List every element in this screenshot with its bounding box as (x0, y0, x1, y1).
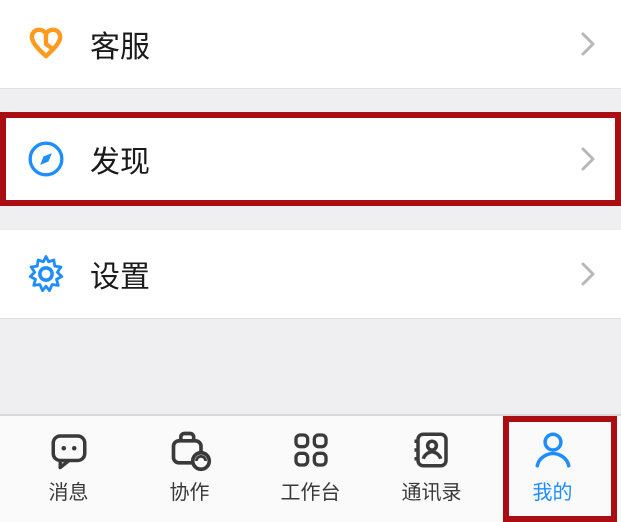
tab-label: 消息 (49, 476, 89, 505)
row-discover[interactable]: 发现 (0, 115, 621, 203)
chat-bubble-icon (47, 428, 91, 472)
tab-label: 工作台 (281, 476, 341, 505)
heart-handshake-icon (24, 22, 68, 66)
screen: 客服 发现 (0, 0, 621, 522)
section-gap (0, 89, 621, 115)
tab-messages[interactable]: 消息 (8, 416, 129, 516)
gear-icon (24, 252, 68, 296)
row-label: 设置 (90, 252, 150, 296)
row-label: 发现 (90, 137, 150, 181)
settings-list: 客服 发现 (0, 0, 621, 414)
tab-me[interactable]: 我的 (492, 416, 613, 516)
address-book-icon (410, 428, 454, 472)
chevron-right-icon (579, 259, 597, 289)
group-3: 设置 (0, 230, 621, 319)
chevron-right-icon (579, 144, 597, 174)
section-gap (0, 204, 621, 230)
tab-label: 我的 (533, 476, 573, 505)
tab-label: 通讯录 (402, 476, 462, 505)
tab-label: 协作 (170, 476, 210, 505)
grid-apps-icon (289, 428, 333, 472)
bottom-tabbar: 消息 协作 工作台 (0, 414, 621, 522)
briefcase-cloud-icon (168, 428, 212, 472)
chevron-right-icon (579, 29, 597, 59)
spacer (0, 319, 621, 414)
row-label: 客服 (90, 22, 150, 66)
group-1: 客服 (0, 0, 621, 89)
row-settings[interactable]: 设置 (0, 230, 621, 318)
tab-contacts[interactable]: 通讯录 (371, 416, 492, 516)
person-icon (531, 428, 575, 472)
row-customer-service[interactable]: 客服 (0, 0, 621, 88)
tab-workbench[interactable]: 工作台 (250, 416, 371, 516)
compass-icon (24, 137, 68, 181)
group-2: 发现 (0, 115, 621, 204)
tab-collab[interactable]: 协作 (129, 416, 250, 516)
